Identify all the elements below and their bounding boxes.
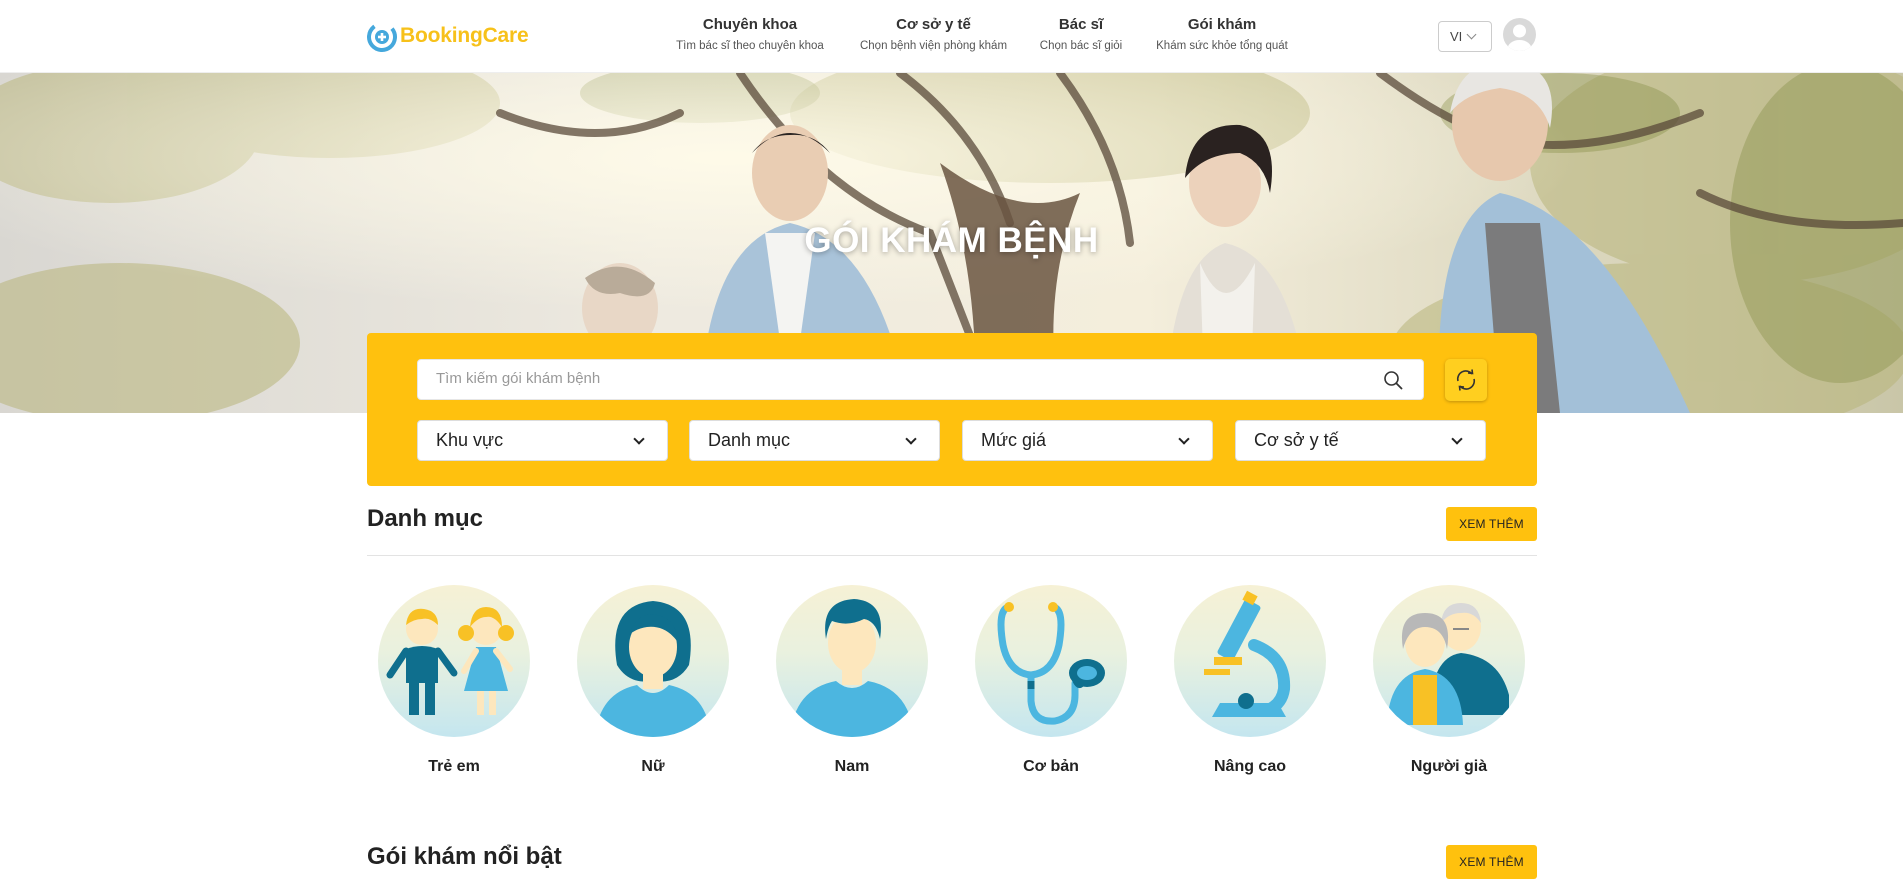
category-item-basic[interactable]: Cơ bản [975, 585, 1127, 776]
chevron-down-icon [633, 433, 645, 445]
language-select[interactable]: VI [1438, 21, 1492, 52]
filter-facility[interactable]: Cơ sở y tế [1235, 420, 1486, 461]
categories-more-button[interactable]: XEM THÊM [1446, 507, 1537, 541]
nav-subtitle: Chọn bệnh viện phòng khám [859, 40, 1008, 52]
nav-subtitle: Tìm bác sĩ theo chuyên khoa [676, 40, 824, 52]
category-label: Cơ bản [1023, 758, 1079, 775]
search-icon[interactable] [1383, 370, 1403, 390]
logo-icon [367, 22, 397, 52]
top-header: BookingCare Chuyên khoa Tìm bác sĩ theo … [0, 0, 1903, 73]
nav-title: Cơ sở y tế [896, 16, 971, 33]
chevron-down-icon [905, 433, 917, 445]
featured-section-title: Gói khám nổi bật [367, 843, 562, 870]
banner-title: GÓI KHÁM BỆNH [804, 221, 1099, 260]
microscope-icon [1174, 585, 1326, 737]
category-item-elderly[interactable]: Người già [1373, 585, 1525, 776]
filter-label: Khu vực [436, 430, 504, 450]
filter-label: Mức giá [981, 430, 1047, 450]
search-input[interactable] [436, 370, 1336, 387]
category-label: Trẻ em [428, 758, 480, 775]
categories-section-title: Danh mục [367, 505, 484, 532]
brand-logo[interactable]: BookingCare [366, 18, 529, 54]
nav-title: Bác sĩ [1058, 16, 1104, 33]
section-divider [367, 555, 1537, 556]
nav-title: Chuyên khoa [702, 16, 798, 33]
logo-text: BookingCare [400, 24, 529, 47]
children-icon [378, 585, 530, 737]
category-label: Nữ [641, 758, 665, 775]
refresh-button[interactable] [1445, 359, 1487, 401]
category-item-children[interactable]: Trẻ em [378, 585, 530, 776]
category-item-female[interactable]: Nữ [577, 585, 729, 776]
nav-item-package[interactable]: Gói khám Khám sức khỏe tổng quát [1152, 16, 1292, 52]
woman-icon [577, 585, 729, 737]
featured-more-button[interactable]: XEM THÊM [1446, 845, 1537, 879]
language-value: VI [1450, 29, 1463, 44]
chevron-down-icon [1451, 433, 1463, 445]
nav-title: Gói khám [1187, 16, 1257, 33]
category-label: Nâng cao [1213, 758, 1286, 775]
category-item-advanced[interactable]: Nâng cao [1174, 585, 1326, 776]
filter-category[interactable]: Danh mục [689, 420, 940, 461]
elderly-couple-icon [1373, 585, 1525, 737]
category-item-male[interactable]: Nam [776, 585, 928, 776]
nav-subtitle: Khám sức khỏe tổng quát [1156, 40, 1288, 52]
nav-subtitle: Chọn bác sĩ giỏi [1039, 40, 1123, 52]
filter-price[interactable]: Mức giá [962, 420, 1213, 461]
search-box [417, 359, 1424, 400]
nav-item-facility[interactable]: Cơ sở y tế Chọn bệnh viện phòng khám [855, 16, 1012, 52]
filter-region[interactable]: Khu vực [417, 420, 668, 461]
filter-label: Danh mục [708, 430, 791, 450]
filter-label: Cơ sở y tế [1254, 430, 1339, 450]
chevron-down-icon [1178, 433, 1190, 445]
search-panel: Khu vực Danh mục Mức giá Cơ sở y tế [367, 333, 1537, 486]
nav-item-specialty[interactable]: Chuyên khoa Tìm bác sĩ theo chuyên khoa [674, 16, 826, 52]
nav-item-doctor[interactable]: Bác sĩ Chọn bác sĩ giỏi [1038, 16, 1124, 52]
category-label: Nam [834, 758, 870, 775]
user-avatar-icon[interactable] [1503, 18, 1536, 51]
stethoscope-icon [975, 585, 1127, 737]
category-label: Người già [1410, 758, 1488, 775]
man-icon [776, 585, 928, 737]
chevron-down-icon [1466, 29, 1477, 40]
refresh-icon [1456, 369, 1476, 391]
